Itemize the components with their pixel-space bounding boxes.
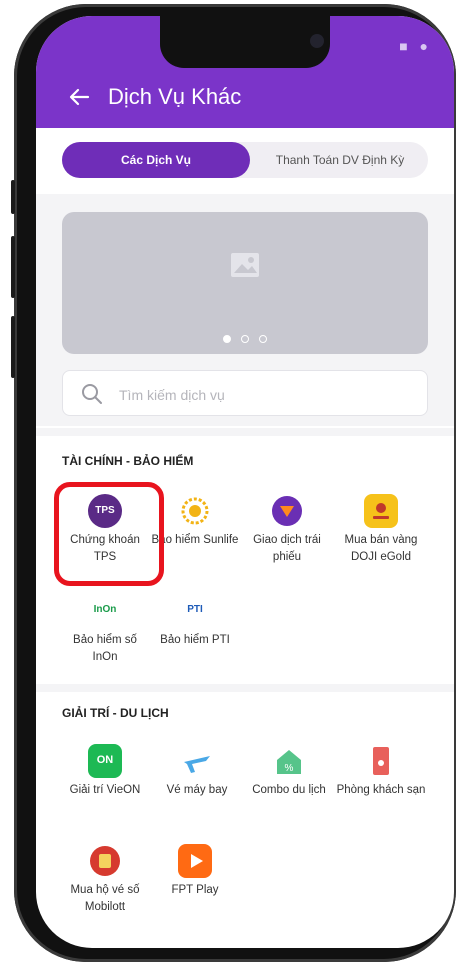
camera-icon xyxy=(310,34,324,48)
carousel-dots xyxy=(62,330,428,348)
section-title-entertainment: GIẢI TRÍ - DU LỊCH xyxy=(62,706,169,720)
app-header: ■ ● Dịch Vụ Khác xyxy=(36,16,454,128)
section-title-finance: TÀI CHÍNH - BẢO HIỂM xyxy=(62,454,194,468)
service-fpt-play[interactable]: FPT Play xyxy=(150,844,240,899)
mobilott-icon xyxy=(88,844,122,878)
page-title: Dịch Vụ Khác xyxy=(108,84,242,109)
inon-logo-icon: InOn xyxy=(88,594,122,628)
doji-egold-icon xyxy=(364,494,398,528)
notch xyxy=(160,16,330,68)
service-label: Vé máy bay xyxy=(166,784,228,796)
service-label: Mua bán vàng DOJI eGold xyxy=(344,534,418,563)
hotel-room-icon xyxy=(364,744,398,778)
arrow-left-icon[interactable] xyxy=(68,86,90,113)
fpt-play-icon xyxy=(178,844,212,878)
service-combo-travel[interactable]: % Combo du lịch xyxy=(244,744,334,799)
search-input[interactable] xyxy=(117,382,411,408)
carousel-dot[interactable] xyxy=(259,335,268,343)
combo-travel-icon: % xyxy=(272,744,306,778)
carousel-dot[interactable] xyxy=(241,335,249,343)
search-icon xyxy=(82,384,102,404)
service-label: Phòng khách sạn xyxy=(336,784,426,796)
service-label: Bảo hiểm số InOn xyxy=(73,634,137,663)
image-placeholder-icon xyxy=(231,253,259,277)
airplane-icon xyxy=(180,744,214,778)
service-doji-egold[interactable]: Mua bán vàng DOJI eGold xyxy=(336,494,426,566)
vieon-logo-icon: ON xyxy=(88,744,122,778)
status-indicators: ■ ● xyxy=(399,38,432,54)
service-vieon[interactable]: ON Giải trí VieON xyxy=(60,744,150,799)
inon-logo-text: InOn xyxy=(93,604,117,615)
tab-services[interactable]: Các Dịch Vụ xyxy=(62,142,250,178)
section-divider xyxy=(36,684,454,692)
service-label: Giao dịch trái phiếu xyxy=(253,534,321,563)
tab-bar: Các Dịch Vụ Thanh Toán DV Định Kỳ xyxy=(62,142,428,178)
service-label: Combo du lịch xyxy=(252,784,326,796)
app-screen: ■ ● Dịch Vụ Khác Các Dịch Vụ Thanh Toán … xyxy=(36,16,454,948)
volume-up-button xyxy=(11,236,15,298)
pti-logo-text: PTI xyxy=(187,604,203,615)
service-label: Bảo hiểm PTI xyxy=(160,634,230,646)
service-label: Giải trí VieON xyxy=(69,784,141,796)
service-label: Mua hộ vé số Mobilott xyxy=(70,884,140,913)
svg-text:%: % xyxy=(285,763,294,774)
tab-recurring-payment[interactable]: Thanh Toán DV Định Kỳ xyxy=(252,142,428,178)
mute-switch xyxy=(11,180,15,214)
sunlife-logo-icon xyxy=(178,494,212,528)
service-pti[interactable]: PTI Bảo hiểm PTI xyxy=(150,594,240,649)
carousel-dot-active[interactable] xyxy=(222,335,231,343)
bond-trade-icon xyxy=(270,494,304,528)
vieon-logo-text: ON xyxy=(96,754,114,766)
search-box[interactable] xyxy=(62,370,428,416)
service-hotel[interactable]: Phòng khách sạn xyxy=(336,744,426,799)
promo-banner[interactable] xyxy=(62,212,428,354)
service-mobilott[interactable]: Mua hộ vé số Mobilott xyxy=(60,844,150,916)
service-flight[interactable]: Vé máy bay xyxy=(152,744,242,799)
pti-logo-icon: PTI xyxy=(178,594,212,628)
volume-down-button xyxy=(11,316,15,378)
section-divider xyxy=(36,428,454,436)
highlight-box xyxy=(54,482,164,586)
service-bond-trade[interactable]: Giao dịch trái phiếu xyxy=(242,494,332,566)
service-label: FPT Play xyxy=(171,884,219,896)
service-inon[interactable]: InOn Bảo hiểm số InOn xyxy=(60,594,150,666)
